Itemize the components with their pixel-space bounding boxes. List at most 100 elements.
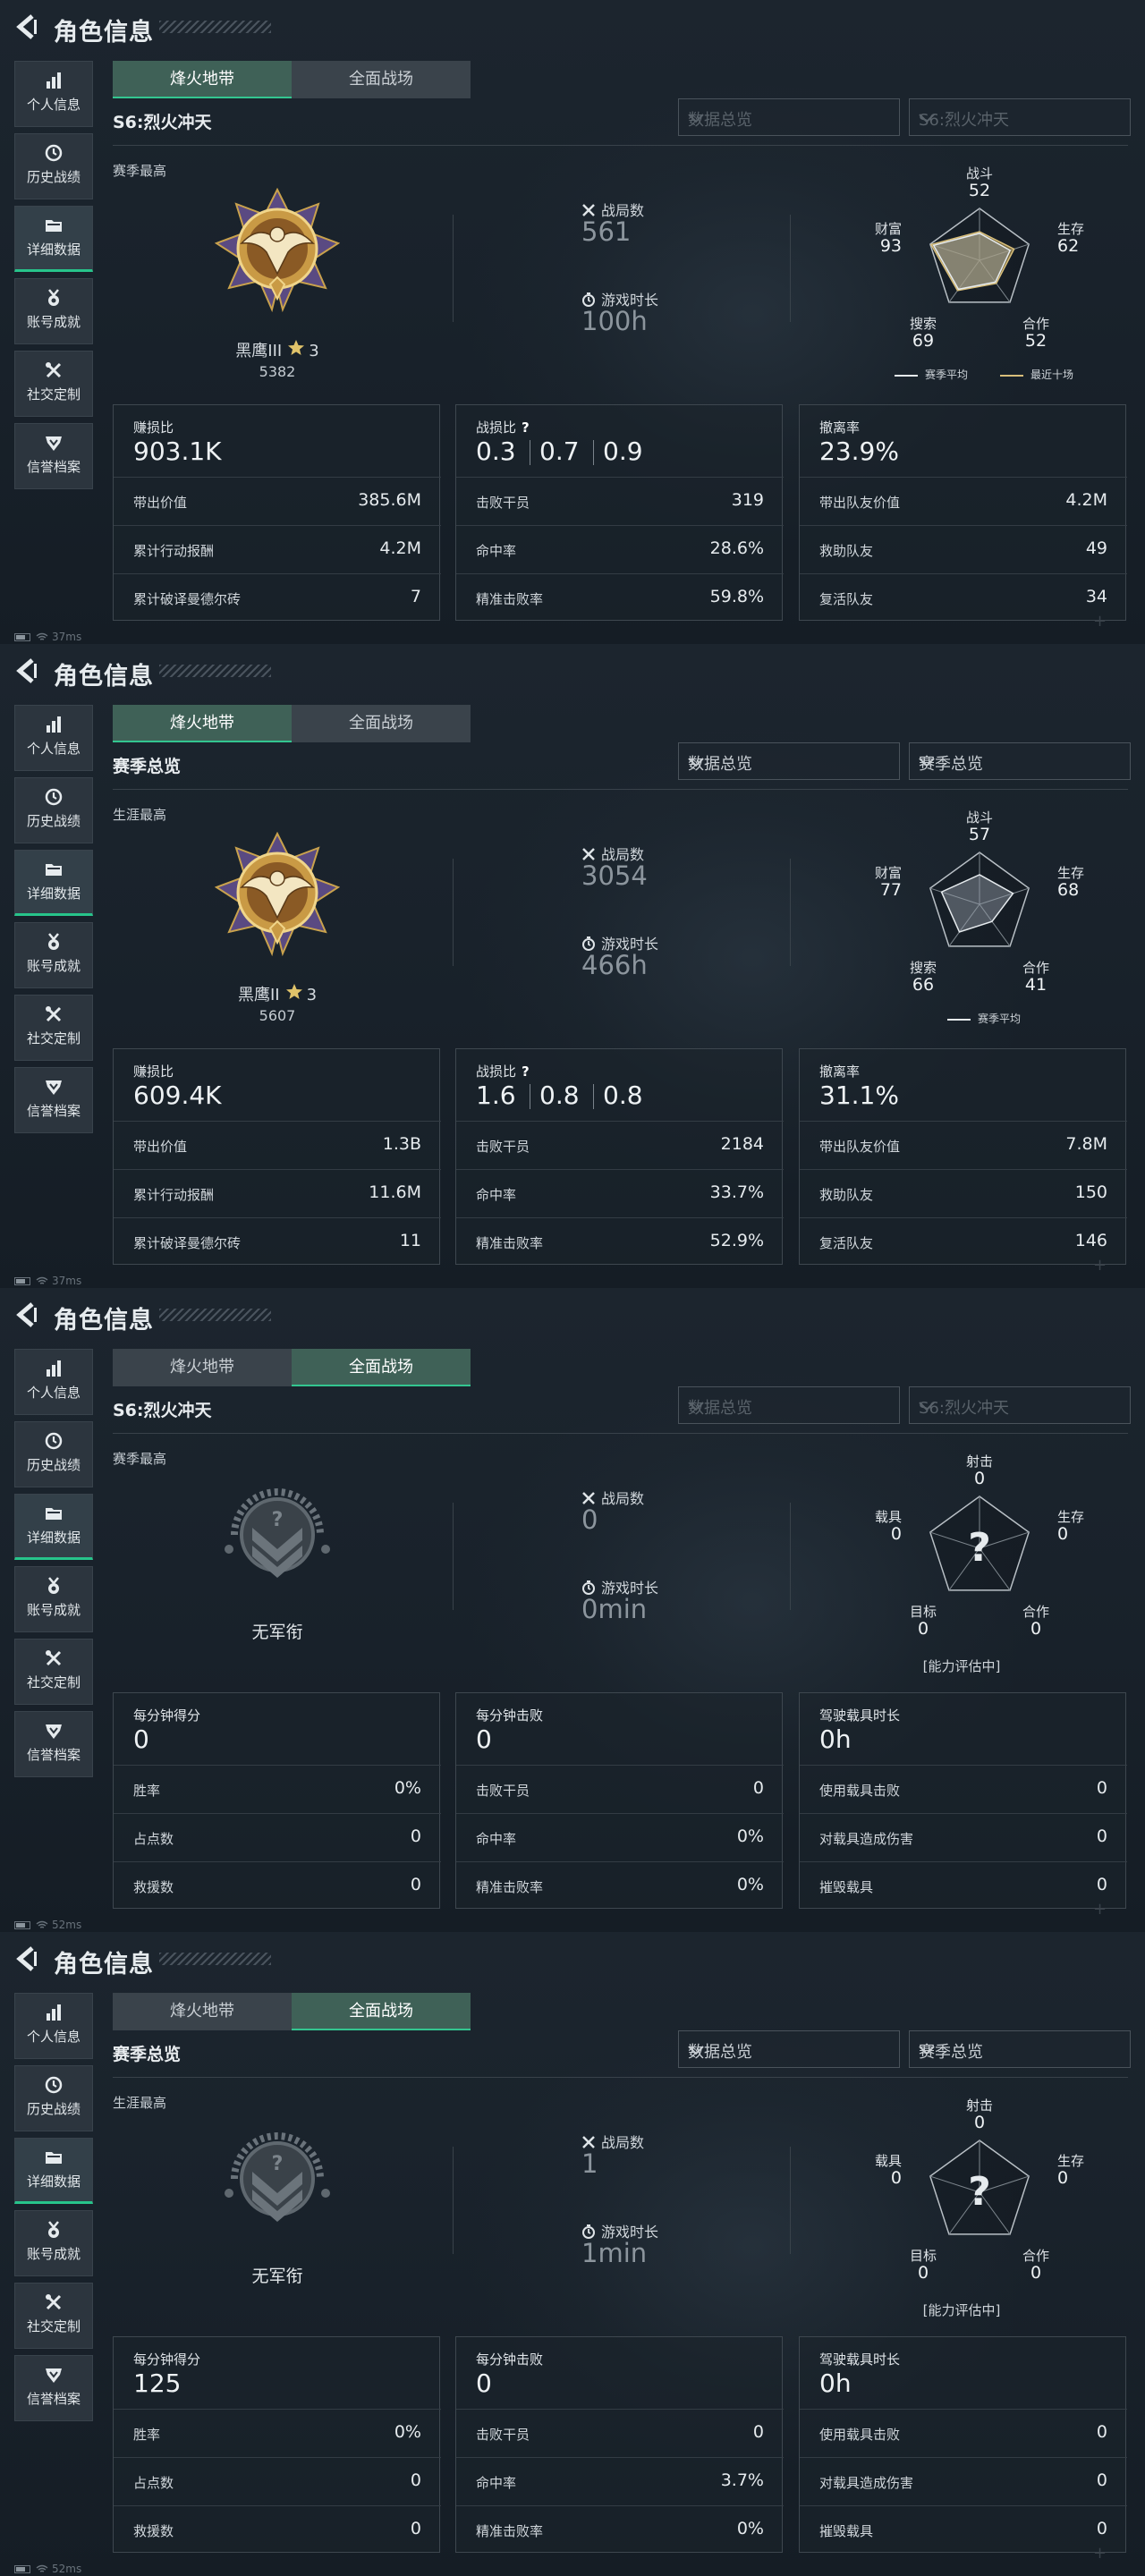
stat-row-value: 0 — [1096, 1875, 1107, 1894]
sidebar-item-label: 社交定制 — [26, 1030, 81, 1046]
season-dropdown[interactable]: S6:烈火冲天 — [909, 98, 1131, 136]
sidebar-item-4[interactable]: 账号成就 — [14, 1566, 93, 1632]
card-label-text: 战损比 — [476, 1063, 517, 1080]
card-main-value: 0 — [133, 1724, 149, 1754]
sidebar-item-1[interactable]: 个人信息 — [14, 705, 93, 771]
season-dropdown[interactable]: S6:烈火冲天 — [909, 1386, 1131, 1424]
stat-row-label: 使用载具击败 — [819, 1783, 901, 1799]
sidebar-item-2[interactable]: 历史战绩 — [14, 2065, 93, 2131]
card-label: 驾驶载具时长 — [819, 2350, 900, 2368]
card-main-value: 609.4K — [133, 1080, 222, 1110]
tab-battlefield[interactable]: 全面战场 — [292, 705, 471, 742]
sidebar-item-5[interactable]: 社交定制 — [14, 2283, 93, 2349]
back-button[interactable] — [13, 657, 41, 685]
kd-value: 0.8 — [539, 1080, 580, 1110]
mode-tabs: 烽火地带 全面战场 — [113, 61, 471, 98]
radar-legend: [能力评估中] — [854, 2301, 1069, 2319]
crosshair-mark: + — [1093, 1900, 1107, 1919]
stat-row-label: 使用载具击败 — [819, 2427, 901, 2443]
vertical-separator — [790, 2147, 791, 2254]
help-icon[interactable]: ? — [522, 1063, 530, 1080]
stat-row: 复活队友 34 — [800, 573, 1127, 622]
sidebar-item-4[interactable]: 账号成就 — [14, 278, 93, 344]
radar-axis-label: 生存 — [1057, 865, 1084, 881]
bar-chart-icon — [15, 62, 92, 94]
radar-legend: [能力评估中] — [854, 1657, 1069, 1675]
wifi-icon — [36, 631, 48, 644]
status-bar: 52ms — [14, 1919, 81, 1932]
folder-icon — [15, 2139, 92, 2171]
stat-row-label: 命中率 — [476, 1187, 517, 1203]
rank-name-row: 黑鹰III 3 — [206, 338, 349, 364]
kd-separator — [593, 440, 594, 465]
sidebar-item-6[interactable]: 信誉档案 — [14, 2355, 93, 2421]
sidebar-item-label: 历史战绩 — [26, 1457, 81, 1473]
vertical-separator — [790, 215, 791, 322]
sidebar-item-6[interactable]: 信誉档案 — [14, 1067, 93, 1133]
sidebar-item-1[interactable]: 个人信息 — [14, 1993, 93, 2059]
tab-firezone[interactable]: 烽火地带 — [113, 705, 292, 742]
kd-value: 0.3 — [476, 436, 516, 466]
bar-chart-icon — [15, 1350, 92, 1382]
sidebar-item-6[interactable]: 信誉档案 — [14, 1711, 93, 1777]
stat-row: 精准击败率 52.9% — [456, 1217, 784, 1266]
sidebar-item-2[interactable]: 历史战绩 — [14, 777, 93, 843]
sidebar-item-5[interactable]: 社交定制 — [14, 995, 93, 1061]
chevron-down-icon — [688, 1398, 888, 1417]
kd-value: 0.9 — [603, 436, 643, 466]
legend-avg-text: 赛季平均 — [924, 369, 968, 381]
sidebar-item-5[interactable]: 社交定制 — [14, 1639, 93, 1705]
help-icon[interactable]: ? — [522, 419, 530, 436]
screen-2: 角色信息 个人信息 历史战绩 详细数据 账号成就 社交定制 信誉档案 烽火地带 全面战场 赛季总览… — [0, 644, 1145, 1288]
data-type-dropdown[interactable]: 数据总览 — [678, 1386, 900, 1424]
radar-axis-value: 0 — [1057, 1524, 1068, 1544]
stat-row-value: 0 — [410, 2470, 421, 2490]
radar-chart: ?射击0生存0合作0目标0载具0 — [875, 2097, 1084, 2283]
page-header: 角色信息 — [0, 1932, 1145, 1987]
sidebar-item-label: 详细数据 — [26, 1530, 81, 1546]
card-main-value: 31.1% — [819, 1080, 899, 1110]
sidebar-item-3[interactable]: 详细数据 — [14, 1494, 93, 1560]
mode-tabs: 烽火地带 全面战场 — [113, 705, 471, 742]
radar-axis-value: 52 — [969, 181, 990, 200]
star-icon — [287, 339, 305, 361]
season-dropdown[interactable]: 赛季总览 — [909, 2030, 1131, 2068]
sidebar-item-3[interactable]: 详细数据 — [14, 2138, 93, 2204]
tab-firezone[interactable]: 烽火地带 — [113, 61, 292, 98]
sidebar-item-2[interactable]: 历史战绩 — [14, 133, 93, 199]
data-type-dropdown[interactable]: 数据总览 — [678, 742, 900, 780]
sidebar-item-5[interactable]: 社交定制 — [14, 351, 93, 417]
battery-icon — [14, 633, 30, 641]
radar-axis-label: 合作 — [1022, 2248, 1049, 2264]
sidebar-item-4[interactable]: 账号成就 — [14, 2210, 93, 2276]
tab-firezone[interactable]: 烽火地带 — [113, 1993, 292, 2030]
radar-axis-value: 41 — [1025, 975, 1047, 995]
sidebar-item-1[interactable]: 个人信息 — [14, 1349, 93, 1415]
mode-tabs: 烽火地带 全面战场 — [113, 1349, 471, 1386]
back-button[interactable] — [13, 13, 41, 41]
sidebar-item-1[interactable]: 个人信息 — [14, 61, 93, 127]
medal-icon — [15, 2211, 92, 2243]
sidebar-item-3[interactable]: 详细数据 — [14, 850, 93, 916]
data-type-dropdown[interactable]: 数据总览 — [678, 98, 900, 136]
season-dropdown[interactable]: 赛季总览 — [909, 742, 1131, 780]
sidebar-item-4[interactable]: 账号成就 — [14, 922, 93, 988]
back-button[interactable] — [13, 1301, 41, 1329]
tab-firezone[interactable]: 烽火地带 — [113, 1349, 292, 1386]
page-title: 角色信息 — [54, 19, 154, 47]
back-arrow-icon — [16, 1946, 37, 1971]
medal-icon — [15, 1567, 92, 1599]
data-type-dropdown[interactable]: 数据总览 — [678, 2030, 900, 2068]
stat-row: 救助队友 150 — [800, 1169, 1127, 1217]
tab-battlefield[interactable]: 全面战场 — [292, 61, 471, 98]
tab-battlefield[interactable]: 全面战场 — [292, 1349, 471, 1386]
tab-battlefield[interactable]: 全面战场 — [292, 1993, 471, 2030]
radar-container: ? 射击 0 生存 0 合作 0 目标 0 载具 0 — [859, 2096, 1100, 2310]
stat-row-label: 救助队友 — [819, 543, 874, 559]
back-button[interactable] — [13, 1945, 41, 1973]
playtime-value: 100h — [581, 306, 648, 336]
sidebar-item-3[interactable]: 详细数据 — [14, 206, 93, 272]
sidebar-item-6[interactable]: 信誉档案 — [14, 423, 93, 489]
chevron-down-icon — [688, 2042, 888, 2061]
sidebar-item-2[interactable]: 历史战绩 — [14, 1421, 93, 1487]
